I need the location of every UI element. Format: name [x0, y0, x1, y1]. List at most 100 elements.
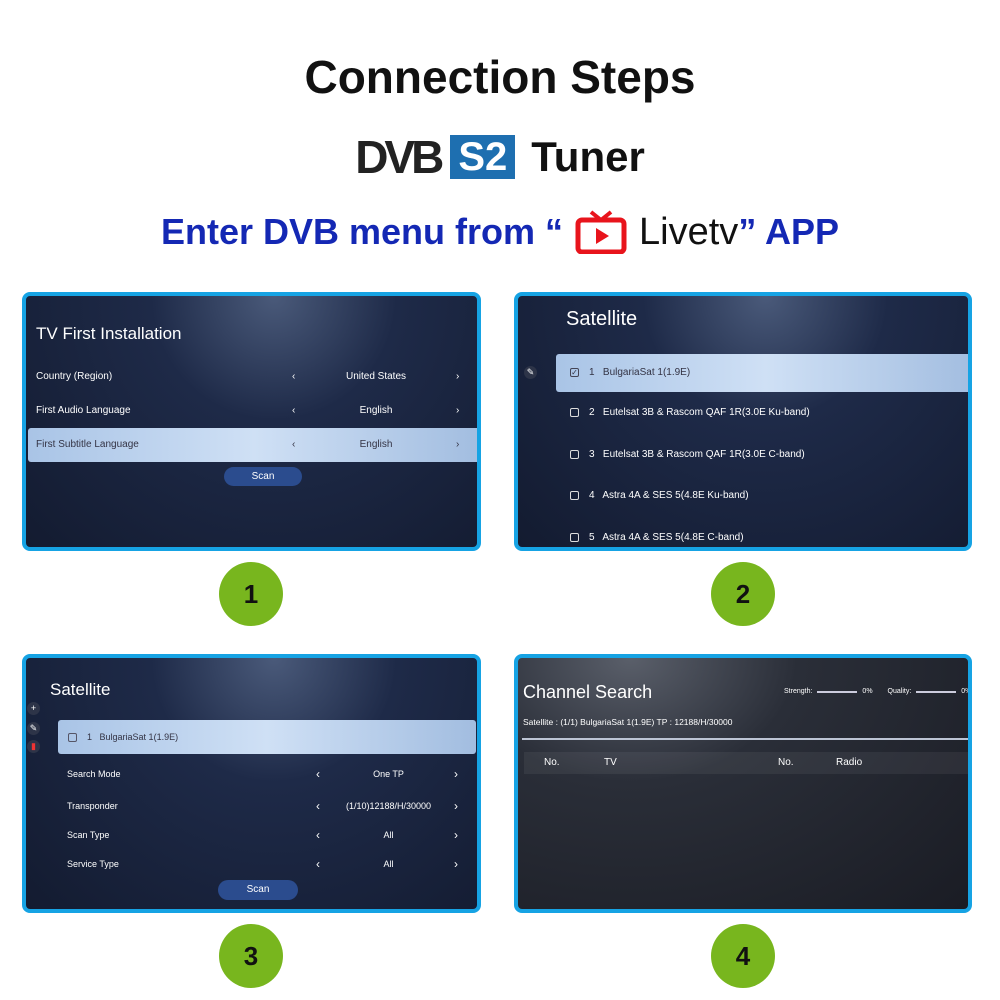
- quality-label: Quality:: [887, 688, 912, 695]
- scan-button[interactable]: Scan: [218, 880, 298, 900]
- chevron-left-icon[interactable]: ‹: [316, 794, 320, 818]
- item-number: 2: [589, 407, 595, 418]
- setting-value: English: [359, 439, 393, 450]
- screen-satellite-list: Satellite ✎ ✓ 1 BulgariaSat 1(1.9E) 2 Eut…: [514, 292, 972, 551]
- setting-row-country[interactable]: Country (Region) ‹ United States ›: [26, 360, 477, 394]
- quality-bar: [916, 690, 957, 693]
- delete-icon[interactable]: ▮: [27, 740, 40, 753]
- checkbox[interactable]: [570, 407, 579, 417]
- step-2-badge: 2: [711, 562, 775, 626]
- signal-meters: Strength: 0% Quality: 0%: [784, 688, 972, 695]
- setting-row-search-mode[interactable]: Search Mode ‹ One TP ›: [26, 762, 477, 786]
- chevron-left-icon[interactable]: ‹: [316, 823, 320, 847]
- chevron-right-icon[interactable]: ›: [456, 394, 459, 428]
- chevron-right-icon[interactable]: ›: [454, 794, 458, 818]
- item-name: BulgariaSat 1(1.9E): [602, 367, 691, 378]
- search-info: Satellite : (1/1) BulgariaSat 1(1.9E) TP…: [523, 717, 733, 727]
- satellite-item[interactable]: 4 Astra 4A & SES 5(4.8E Ku-band): [570, 485, 749, 507]
- setting-value: United States: [345, 371, 407, 382]
- setting-row-transponder[interactable]: Transponder ‹ (1/10)12188/H/30000 ›: [26, 794, 477, 818]
- chevron-left-icon[interactable]: ‹: [292, 428, 295, 462]
- item-name: Astra 4A & SES 5(4.8E C-band): [602, 532, 744, 543]
- setting-row-scan-type[interactable]: Scan Type ‹ All ›: [26, 823, 477, 847]
- item-number: 1: [589, 367, 595, 378]
- col-tv-no: No.: [544, 757, 560, 768]
- scan-button[interactable]: Scan: [224, 467, 302, 486]
- screen-title: Satellite: [566, 308, 638, 330]
- instruction-suffix: ” APP: [738, 211, 839, 252]
- livetv-app-name: Livetv: [639, 210, 739, 253]
- livetv-app-icon: [575, 210, 627, 255]
- item-name: Eutelsat 3B & Rascom QAF 1R(3.0E Ku-band…: [602, 407, 810, 418]
- screen-satellite-setup: Satellite + ✎ ▮ 1 BulgariaSat 1(1.9E) Se…: [22, 654, 481, 913]
- checkbox-checked[interactable]: ✓: [570, 367, 579, 377]
- col-radio: Radio: [836, 757, 863, 768]
- screen-channel-search: Channel Search Strength: 0% Quality: 0% …: [514, 654, 972, 913]
- setting-label: First Audio Language: [36, 405, 131, 416]
- quality-value: 0%: [961, 688, 972, 695]
- checkbox[interactable]: [68, 733, 77, 743]
- chevron-right-icon[interactable]: ›: [454, 852, 458, 876]
- setting-label: First Subtitle Language: [36, 439, 139, 450]
- setting-value: All: [383, 859, 394, 869]
- edit-icon[interactable]: ✎: [27, 722, 40, 735]
- col-radio-no: No.: [778, 757, 794, 768]
- setting-row-subtitle-language[interactable]: First Subtitle Language ‹ English ›: [28, 428, 477, 462]
- setting-label: Transponder: [67, 801, 118, 811]
- setting-label: Search Mode: [67, 769, 121, 779]
- setting-value: English: [359, 405, 393, 416]
- step-1-badge: 1: [219, 562, 283, 626]
- screen-title: Channel Search: [523, 682, 653, 702]
- channel-table-header: No. TV No. Radio: [524, 752, 968, 774]
- item-number: 4: [589, 490, 595, 501]
- satellite-item[interactable]: 5 Astra 4A & SES 5(4.8E C-band): [570, 527, 744, 547]
- setting-label: Country (Region): [36, 371, 113, 382]
- chevron-left-icon[interactable]: ‹: [292, 394, 295, 428]
- item-name: Eutelsat 3B & Rascom QAF 1R(3.0E C-band): [602, 449, 805, 460]
- checkbox[interactable]: [570, 490, 579, 500]
- satellite-item[interactable]: 2 Eutelsat 3B & Rascom QAF 1R(3.0E Ku-ba…: [570, 402, 810, 424]
- add-icon[interactable]: +: [27, 702, 40, 715]
- setting-label: Service Type: [67, 859, 119, 869]
- dvb-logo: DVB: [355, 131, 444, 183]
- setting-value: All: [383, 830, 394, 840]
- chevron-right-icon[interactable]: ›: [454, 762, 458, 786]
- strength-value: 0%: [862, 688, 873, 695]
- chevron-right-icon[interactable]: ›: [454, 823, 458, 847]
- page-title: Connection Steps: [304, 51, 696, 103]
- chevron-right-icon[interactable]: ›: [456, 360, 459, 394]
- item-number: 5: [589, 532, 595, 543]
- screen-title: Satellite: [50, 680, 111, 699]
- tuner-label: Tuner: [531, 133, 645, 180]
- satellite-item[interactable]: 3 Eutelsat 3B & Rascom QAF 1R(3.0E C-ban…: [570, 444, 805, 466]
- setting-label: Scan Type: [67, 830, 110, 840]
- item-number: 1: [87, 732, 93, 742]
- setting-value: One TP: [373, 769, 404, 779]
- instruction-heading: Enter DVB menu from “ Livetv ” APP: [0, 210, 1000, 255]
- instruction-prefix: Enter DVB menu from “: [160, 211, 564, 252]
- s2-badge: S2: [450, 135, 516, 179]
- setting-row-audio-language[interactable]: First Audio Language ‹ English ›: [26, 394, 477, 428]
- checkbox[interactable]: [570, 532, 579, 542]
- satellite-item[interactable]: ✓ 1 BulgariaSat 1(1.9E): [556, 354, 968, 392]
- checkbox[interactable]: [570, 449, 579, 459]
- item-number: 3: [589, 449, 595, 460]
- item-name: Astra 4A & SES 5(4.8E Ku-band): [602, 490, 749, 501]
- setting-row-service-type[interactable]: Service Type ‹ All ›: [26, 852, 477, 876]
- edit-icon[interactable]: ✎: [524, 366, 537, 379]
- col-tv: TV: [604, 757, 617, 768]
- setting-value: (1/10)12188/H/30000: [345, 801, 432, 811]
- step-3-badge: 3: [219, 924, 283, 988]
- chevron-left-icon[interactable]: ‹: [292, 360, 295, 394]
- screen-tv-first-installation: TV First Installation Country (Region) ‹…: [22, 292, 481, 551]
- chevron-left-icon[interactable]: ‹: [316, 852, 320, 876]
- chevron-left-icon[interactable]: ‹: [316, 762, 320, 786]
- satellite-item[interactable]: 1 BulgariaSat 1(1.9E): [58, 720, 476, 754]
- step-4-badge: 4: [711, 924, 775, 988]
- chevron-right-icon[interactable]: ›: [456, 428, 459, 462]
- progress-bar: [522, 738, 968, 740]
- screen-title: TV First Installation: [36, 324, 182, 343]
- item-name: BulgariaSat 1(1.9E): [99, 732, 179, 742]
- strength-label: Strength:: [784, 688, 813, 695]
- dvb-s2-tuner-heading: DVB S2 Tuner: [0, 130, 1000, 184]
